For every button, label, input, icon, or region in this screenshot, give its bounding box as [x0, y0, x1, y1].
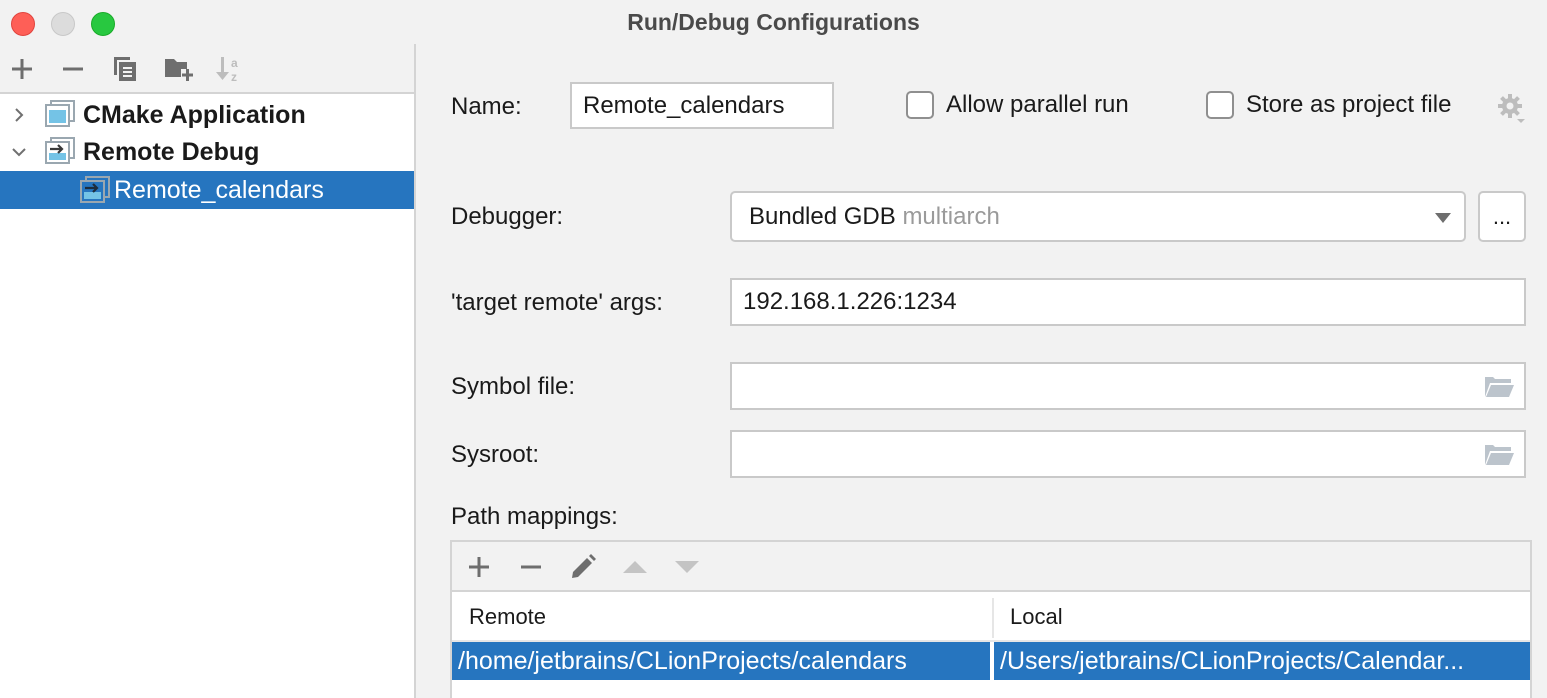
sysroot-label: Sysroot:: [451, 441, 540, 468]
new-folder-icon: [165, 59, 193, 81]
store-as-project-file-label[interactable]: Store as project file: [1246, 91, 1451, 119]
debugger-hint: multiarch: [902, 202, 1000, 230]
store-as-project-file-checkbox[interactable]: [1206, 91, 1234, 119]
name-value: Remote_calendars: [583, 91, 785, 119]
browse-folder-icon[interactable]: [1484, 444, 1514, 466]
remove-icon: [521, 565, 541, 569]
configurations-tree: CMake Application Remote Debug Remote_ca…: [0, 94, 414, 698]
symbol-file-input[interactable]: [730, 362, 1526, 410]
gear-icon[interactable]: [1495, 92, 1527, 124]
edit-mapping-button[interactable]: [568, 552, 598, 582]
path-mappings-table: Remote Local /home/jetbrains/CLionProjec…: [450, 540, 1532, 698]
sort-alphabetically-button[interactable]: az: [215, 54, 245, 84]
move-down-button[interactable]: [672, 552, 702, 582]
remote-debug-icon: [45, 137, 75, 164]
tree-item-remote-calendars[interactable]: Remote_calendars: [0, 171, 414, 209]
target-remote-value: 192.168.1.226:1234: [743, 288, 957, 315]
local-path-cell[interactable]: /Users/jetbrains/CLionProjects/Calendar.…: [994, 642, 1530, 680]
add-icon: [469, 557, 489, 577]
svg-text:a: a: [231, 56, 238, 70]
column-header-remote[interactable]: Remote: [469, 594, 546, 640]
move-up-icon: [623, 561, 647, 573]
table-header: Remote Local: [452, 594, 1530, 642]
sysroot-input[interactable]: [730, 430, 1526, 478]
debugger-select[interactable]: Bundled GDB multiarch: [730, 191, 1466, 242]
chevron-right-icon[interactable]: [10, 106, 28, 124]
remote-path-cell[interactable]: /home/jetbrains/CLionProjects/calendars: [452, 642, 990, 680]
copy-icon: [114, 57, 136, 81]
window-title: Run/Debug Configurations: [627, 9, 920, 35]
path-mappings-label: Path mappings:: [451, 503, 618, 530]
allow-parallel-run-label[interactable]: Allow parallel run: [946, 91, 1129, 119]
new-folder-button[interactable]: [164, 54, 194, 84]
move-up-button[interactable]: [620, 552, 650, 582]
symbol-file-label: Symbol file:: [451, 373, 576, 400]
remote-debug-config-icon: [80, 176, 110, 203]
add-icon: [12, 59, 32, 79]
chevron-down-icon[interactable]: [10, 143, 28, 161]
table-row[interactable]: /home/jetbrains/CLionProjects/calendars …: [452, 642, 1530, 680]
allow-parallel-run-checkbox[interactable]: [906, 91, 934, 119]
configurations-toolbar: az: [0, 46, 414, 92]
tree-item-label: Remote Debug: [83, 137, 260, 166]
name-label: Name:: [451, 93, 522, 120]
debugger-label: Debugger:: [451, 203, 564, 230]
column-separator[interactable]: [992, 598, 994, 638]
edit-icon: [572, 554, 596, 578]
tree-item-label: CMake Application: [83, 100, 306, 129]
tree-item-remote-debug[interactable]: Remote Debug: [0, 133, 414, 171]
remove-mapping-button[interactable]: [516, 552, 546, 582]
remove-icon: [63, 67, 83, 71]
column-header-local[interactable]: Local: [1010, 594, 1063, 640]
target-remote-input[interactable]: 192.168.1.226:1234: [730, 278, 1526, 326]
cmake-app-icon: [45, 100, 75, 127]
target-remote-label: 'target remote' args:: [451, 289, 663, 316]
debugger-value: Bundled GDB: [749, 202, 896, 230]
svg-text:z: z: [231, 70, 237, 84]
add-configuration-button[interactable]: [7, 54, 37, 84]
path-mappings-toolbar: [452, 542, 1530, 592]
tree-item-label: Remote_calendars: [114, 175, 324, 204]
tree-item-cmake-application[interactable]: CMake Application: [0, 96, 414, 134]
more-button-label: ...: [1492, 203, 1512, 229]
name-input[interactable]: Remote_calendars: [570, 82, 834, 129]
title-bar: Run/Debug Configurations: [0, 0, 1547, 46]
browse-folder-icon[interactable]: [1484, 376, 1514, 398]
copy-configuration-button[interactable]: [110, 54, 140, 84]
debugger-settings-button[interactable]: ...: [1478, 191, 1526, 242]
dropdown-arrow-icon: [1435, 213, 1451, 223]
panel-splitter[interactable]: [414, 44, 416, 698]
add-mapping-button[interactable]: [464, 552, 494, 582]
move-down-icon: [675, 561, 699, 573]
remove-configuration-button[interactable]: [58, 54, 88, 84]
sort-alpha-icon: az: [216, 56, 238, 84]
